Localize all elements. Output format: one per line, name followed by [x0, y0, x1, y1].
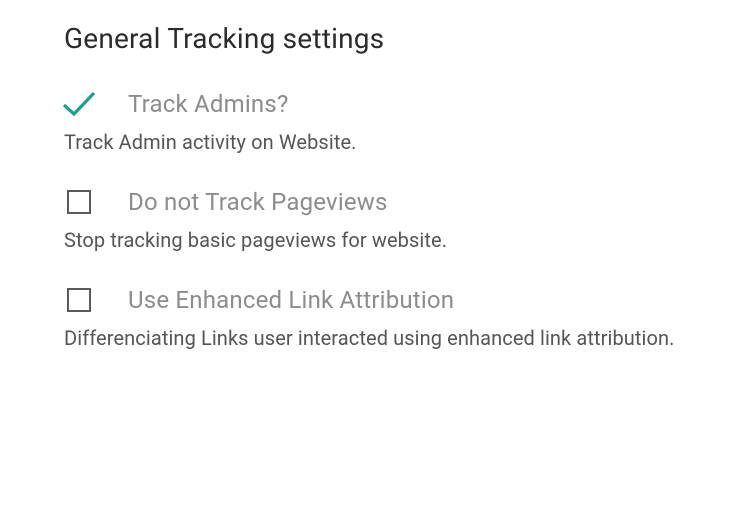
option-row: Use Enhanced Link Attribution — [64, 285, 706, 315]
checkbox-unchecked-icon — [67, 288, 91, 312]
option-label: Track Admins? — [128, 90, 289, 118]
option-description: Differenciating Links user interacted us… — [64, 323, 706, 353]
checkbox-enhanced-link-attribution[interactable] — [64, 285, 94, 315]
option-no-track-pageviews: Do not Track Pageviews Stop tracking bas… — [64, 187, 706, 255]
option-description: Track Admin activity on Website. — [64, 127, 706, 157]
option-enhanced-link-attribution: Use Enhanced Link Attribution Differenci… — [64, 285, 706, 353]
checkbox-no-track-pageviews[interactable] — [64, 187, 94, 217]
checkmark-icon — [62, 90, 96, 118]
checkbox-track-admins[interactable] — [64, 89, 94, 119]
option-description: Stop tracking basic pageviews for websit… — [64, 225, 706, 255]
option-label: Use Enhanced Link Attribution — [128, 286, 454, 314]
page-title: General Tracking settings — [64, 22, 706, 55]
option-row: Do not Track Pageviews — [64, 187, 706, 217]
option-track-admins: Track Admins? Track Admin activity on We… — [64, 89, 706, 157]
option-label: Do not Track Pageviews — [128, 188, 388, 216]
option-row: Track Admins? — [64, 89, 706, 119]
checkbox-unchecked-icon — [67, 190, 91, 214]
